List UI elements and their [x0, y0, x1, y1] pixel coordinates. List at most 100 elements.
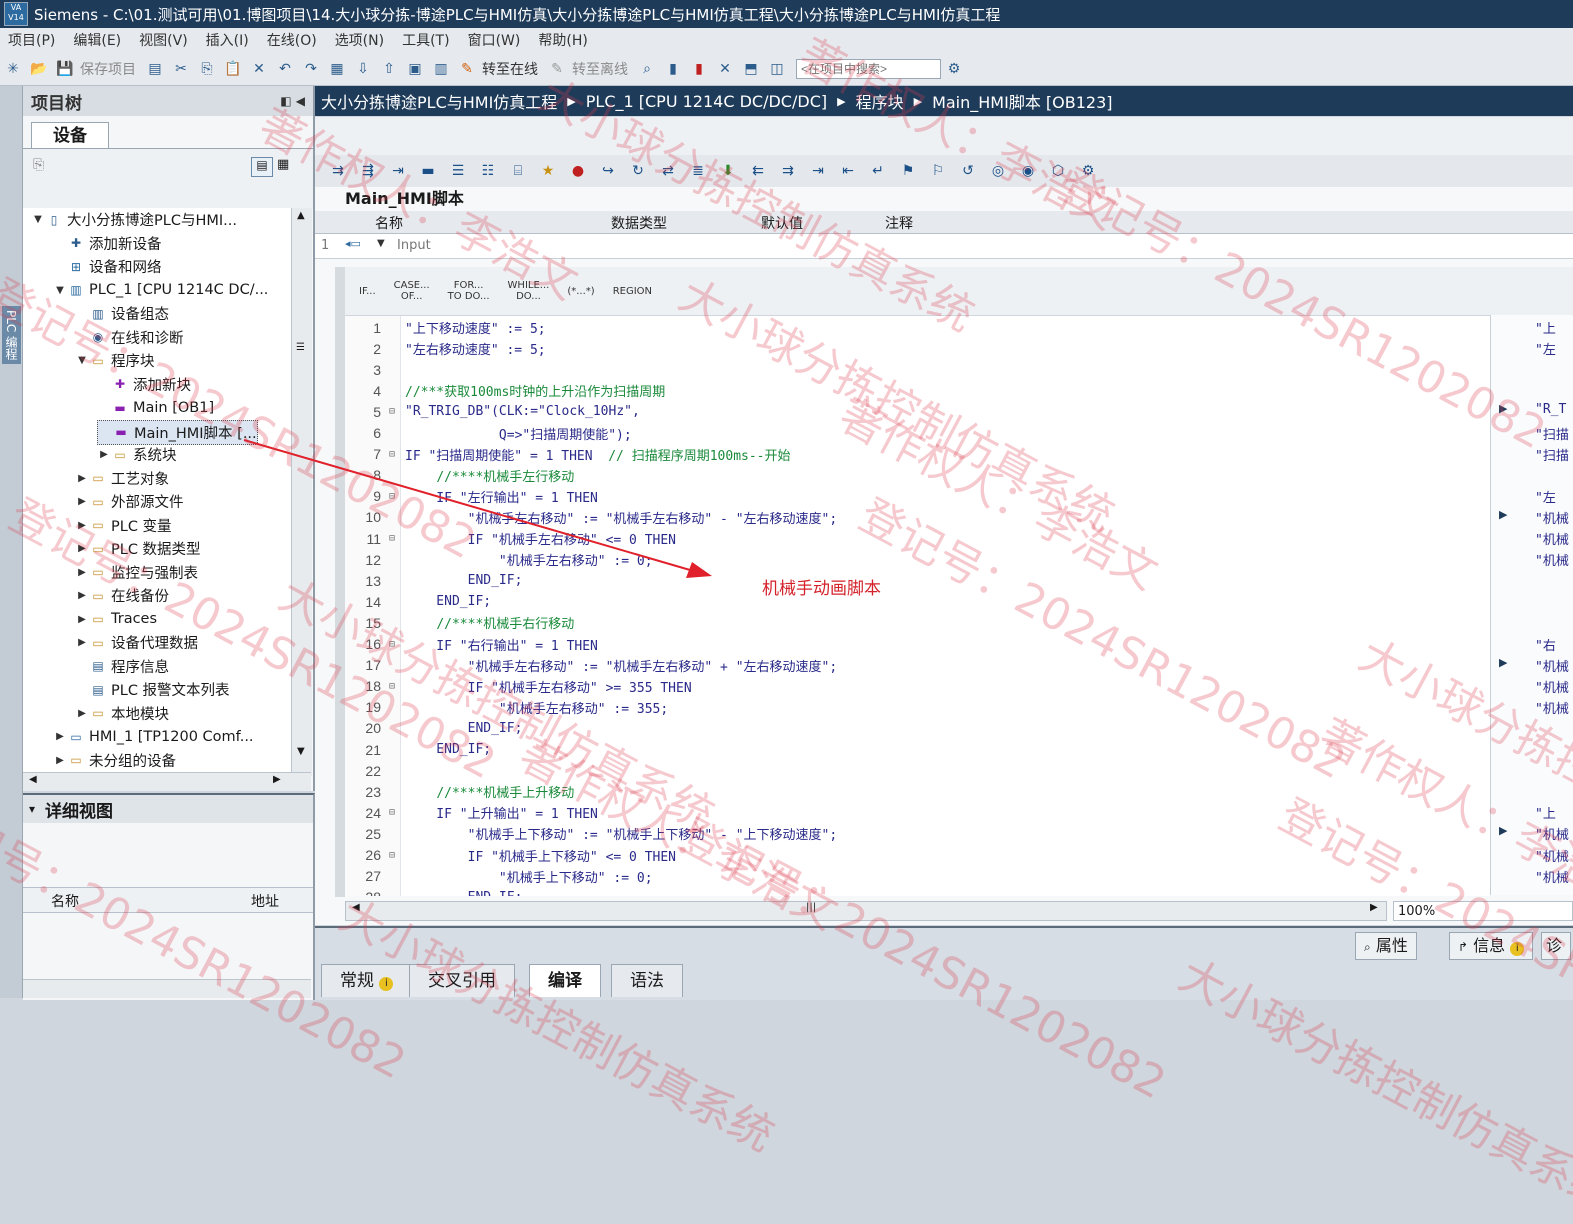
go-offline-icon[interactable]: ✎: [546, 58, 568, 80]
code-line[interactable]: 8 //****机械手左行移动: [345, 465, 1490, 486]
code-line[interactable]: 10 "机械手左右移动" := "机械手左右移动" - "左右移动速度";: [345, 507, 1490, 528]
code-line[interactable]: 15 //****机械手右行移动: [345, 612, 1490, 633]
accessible-devices-icon[interactable]: ⌕: [636, 58, 658, 80]
chevron-down-icon[interactable]: ▼: [377, 238, 385, 249]
code-line[interactable]: 18 ⊟ IF "机械手左右移动" >= 355 THEN: [345, 676, 1490, 697]
insert-row-icon[interactable]: ⇉: [327, 160, 349, 182]
fold-icon[interactable]: ⊟: [385, 449, 399, 460]
code-line[interactable]: 9 ⊟ IF "左行输出" = 1 THEN: [345, 486, 1490, 507]
favorites-icon[interactable]: ★: [537, 160, 559, 182]
code-line[interactable]: 28 END_IF;: [345, 887, 1490, 896]
keyword-button[interactable]: (*...*): [567, 286, 594, 297]
overview-icon[interactable]: ▤: [251, 157, 273, 177]
syntax-tab[interactable]: 语法: [611, 964, 683, 997]
start-cpu-icon[interactable]: ▮: [662, 58, 684, 80]
tree-item[interactable]: ▤ PLC 报警文本列表: [75, 678, 229, 701]
expand-right-icon[interactable]: ▶: [53, 755, 67, 766]
code-line[interactable]: 24 ⊟ IF "上升输出" = 1 THEN: [345, 802, 1490, 823]
paste-icon[interactable]: 📋: [222, 58, 244, 80]
tree-horizontal-scrollbar[interactable]: ◀ ▶: [23, 772, 311, 791]
devices-tab[interactable]: 设备: [31, 122, 109, 149]
fold-icon[interactable]: ⊟: [385, 406, 399, 417]
tree-item[interactable]: ▶ ▭ 未分组的设备: [53, 749, 176, 772]
menu-help[interactable]: 帮助(H): [538, 30, 587, 50]
plc-programming-tab[interactable]: PLC 编程: [2, 306, 21, 365]
tree-vertical-scrollbar[interactable]: ▲ ☰ ▼: [291, 208, 312, 776]
collapse-panel-icon[interactable]: ◧ ◀: [280, 94, 305, 108]
breadcrumb-block[interactable]: Main_HMI脚本 [OB123]: [932, 89, 1112, 113]
expand-down-icon[interactable]: ▼: [31, 214, 45, 225]
breakpoint-icon[interactable]: ●: [567, 160, 589, 182]
tree-item[interactable]: ▥ 设备组态: [75, 302, 169, 325]
code-line[interactable]: 5 ⊟ "R_TRIG_DB"(CLK:="Clock_10Hz",: [345, 401, 1490, 422]
redo-icon[interactable]: ↷: [300, 58, 322, 80]
tree-item[interactable]: ▬ Main [OB1]: [97, 396, 214, 419]
expand-right-icon[interactable]: ▶: [75, 614, 89, 625]
keyword-button[interactable]: FOR... TO DO...: [448, 280, 490, 302]
keyword-button[interactable]: IF...: [359, 286, 376, 297]
code-line[interactable]: 17 "机械手左右移动" := "机械手左右移动" + "左右移动速度";: [345, 655, 1490, 676]
expand-right-icon[interactable]: ▶: [1499, 656, 1507, 669]
expand-right-icon[interactable]: ▶: [75, 567, 89, 578]
snapshot-icon[interactable]: ◉: [1017, 160, 1039, 182]
general-tab[interactable]: 常规 i: [321, 964, 413, 997]
code-line[interactable]: 3: [345, 359, 1490, 380]
download-icon[interactable]: ⇩: [352, 58, 374, 80]
increase-indent-icon[interactable]: ⇥: [807, 160, 829, 182]
expand-down-icon[interactable]: ▼: [75, 355, 89, 366]
search-options-icon[interactable]: ⚙: [943, 58, 965, 80]
menu-insert[interactable]: 插入(I): [206, 30, 249, 50]
tree-item[interactable]: ✚ 添加新设备: [53, 232, 162, 255]
properties-tab[interactable]: ⌕ 属性: [1355, 932, 1417, 960]
code-line[interactable]: 6 Q=>"扫描周期使能");: [345, 423, 1490, 444]
tree-item[interactable]: ▶ ▭ 本地模块: [75, 702, 169, 725]
uncomment-icon[interactable]: ⇉: [777, 160, 799, 182]
save-icon[interactable]: 💾: [54, 58, 76, 80]
fold-icon[interactable]: ⊟: [385, 639, 399, 650]
editor-splitter[interactable]: [335, 267, 345, 897]
cross-reference-icon[interactable]: ✕: [714, 58, 736, 80]
save-project-button[interactable]: 保存项目: [80, 59, 136, 79]
scroll-left-icon[interactable]: ◀: [352, 902, 360, 913]
menu-tools[interactable]: 工具(T): [402, 30, 449, 50]
fold-icon[interactable]: ⊟: [385, 491, 399, 502]
code-line[interactable]: 16 ⊟ IF "右行输出" = 1 THEN: [345, 634, 1490, 655]
detail-view-header[interactable]: ▾ 详细视图: [23, 795, 313, 823]
go-offline-button[interactable]: 转至离线: [572, 59, 628, 79]
expand-right-icon[interactable]: ▶: [53, 731, 67, 742]
go-online-button[interactable]: 转至在线: [482, 59, 538, 79]
cut-icon[interactable]: ✂: [170, 58, 192, 80]
scroll-up-icon[interactable]: ▲: [297, 210, 305, 221]
tree-item[interactable]: ⊞ 设备和网络: [53, 255, 162, 278]
keyword-button[interactable]: REGION: [613, 286, 652, 297]
scroll-right-icon[interactable]: ▶: [1370, 902, 1378, 913]
tree-item[interactable]: ▼ ▥ PLC_1 [CPU 1214C DC/...: [53, 279, 268, 302]
code-line[interactable]: 23 //****机械手上升移动: [345, 781, 1490, 802]
go-online-icon[interactable]: ✎: [456, 58, 478, 80]
monitor-icon[interactable]: ⌸: [507, 160, 529, 182]
download-block-icon[interactable]: ⬇: [717, 160, 739, 182]
step-icon[interactable]: ↪: [597, 160, 619, 182]
bookmark-icon[interactable]: ⚑: [897, 160, 919, 182]
expand-right-icon[interactable]: ▶: [1499, 402, 1507, 415]
code-line[interactable]: 11 ⊟ IF "机械手左右移动" <= 0 THEN: [345, 528, 1490, 549]
breadcrumb-program-blocks[interactable]: 程序块: [856, 89, 904, 113]
code-line[interactable]: 4 //***获取100ms时钟的上升沿作为扫描周期: [345, 380, 1490, 401]
watch-icon[interactable]: ◎: [987, 160, 1009, 182]
iface-col-default[interactable]: 默认值: [761, 213, 803, 233]
print-icon[interactable]: ▤: [144, 58, 166, 80]
code-line[interactable]: 20 END_IF;: [345, 718, 1490, 739]
new-project-icon[interactable]: ✳: [2, 58, 24, 80]
add-icon[interactable]: ⎘: [33, 157, 44, 173]
start-simulation-icon[interactable]: ▥: [430, 58, 452, 80]
detail-horizontal-scrollbar[interactable]: [23, 979, 311, 998]
fold-icon[interactable]: ⊟: [385, 850, 399, 861]
next-bookmark-icon[interactable]: ⚐: [927, 160, 949, 182]
stop-cpu-icon[interactable]: ▮: [688, 58, 710, 80]
fold-icon[interactable]: ⊟: [385, 807, 399, 818]
menu-edit[interactable]: 编辑(E): [73, 30, 121, 50]
scroll-down-icon[interactable]: ▼: [297, 746, 305, 757]
tree-item[interactable]: ▶ ▭ PLC 数据类型: [75, 537, 200, 560]
tree-item[interactable]: ▤ 程序信息: [75, 655, 169, 678]
scroll-left-icon[interactable]: ◀: [29, 774, 37, 785]
